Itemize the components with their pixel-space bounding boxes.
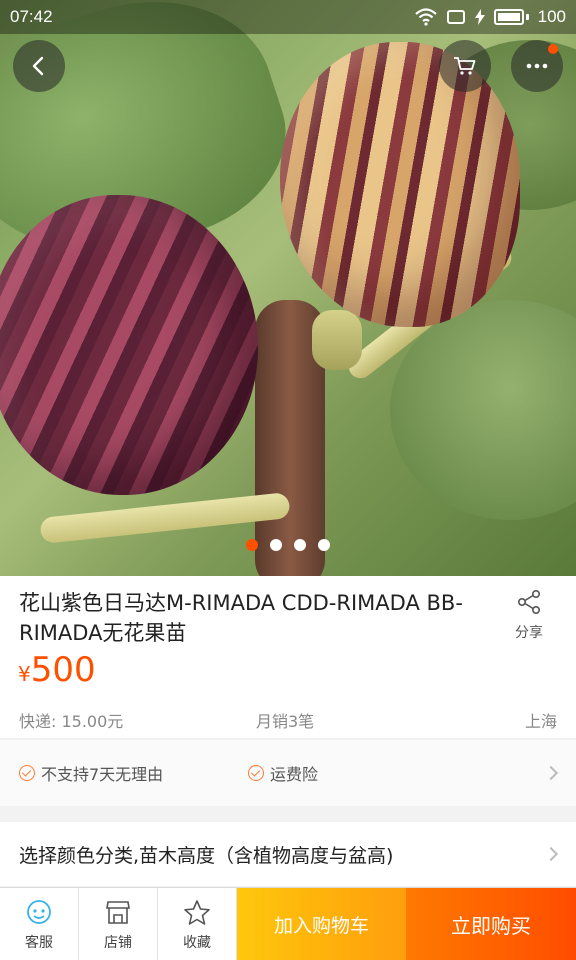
customer-service-button[interactable]: 客服 — [0, 888, 79, 960]
check-icon — [248, 765, 264, 781]
shop-icon — [106, 900, 130, 924]
service-icon — [27, 899, 51, 924]
service-item: 运费险 — [248, 761, 318, 785]
favorite-label: 收藏 — [183, 934, 211, 951]
fig-fruit-left — [0, 195, 258, 495]
more-icon — [526, 63, 548, 69]
service-label: 不支持7天无理由 — [41, 765, 164, 784]
product-image[interactable] — [0, 0, 576, 576]
status-bar: 07:42 100 — [0, 0, 576, 34]
price-symbol: ¥ — [18, 662, 31, 686]
price: ¥500 — [18, 650, 96, 690]
product-title: 花山紫色日马达M-RIMADA CDD-RIMADA BB-RIMADA无花果苗 — [19, 591, 463, 645]
cart-button[interactable] — [439, 40, 491, 92]
pager-dot[interactable] — [246, 539, 258, 551]
sku-label: 选择颜色分类,苗木高度（含植物高度与盆高) — [19, 844, 394, 867]
pager-dot[interactable] — [294, 539, 306, 551]
battery-level: 100 — [537, 7, 566, 26]
wifi-icon — [414, 8, 437, 26]
ship-location: 上海 — [524, 712, 557, 731]
charging-icon — [474, 9, 485, 25]
shipping-fee: 快递: 15.00元 — [19, 712, 124, 731]
shop-button[interactable]: 店铺 — [79, 888, 158, 960]
chevron-right-icon — [543, 846, 559, 862]
shop-label: 店铺 — [104, 934, 132, 951]
battery-icon — [493, 9, 529, 25]
back-icon — [32, 56, 44, 76]
fig-fruit-right — [280, 42, 520, 327]
sim-icon — [446, 10, 465, 24]
share-icon — [517, 589, 540, 614]
customer-service-label: 客服 — [25, 934, 53, 951]
price-value: 500 — [30, 650, 96, 690]
favorite-button[interactable]: 收藏 — [158, 888, 237, 960]
image-pager[interactable] — [246, 539, 330, 551]
cart-icon — [454, 57, 476, 75]
sku-selector[interactable]: 选择颜色分类,苗木高度（含植物高度与盆高) — [0, 822, 576, 886]
service-label: 运费险 — [270, 765, 319, 784]
buy-now-button[interactable]: 立即购买 — [406, 888, 576, 960]
pager-dot[interactable] — [318, 539, 330, 551]
service-item: 不支持7天无理由 — [19, 761, 163, 785]
star-icon — [184, 899, 210, 925]
add-to-cart-button[interactable]: 加入购物车 — [237, 888, 406, 960]
fig-neck-shape — [312, 310, 362, 370]
share-label: 分享 — [515, 625, 543, 641]
back-button[interactable] — [13, 40, 65, 92]
stem-shape — [39, 492, 291, 544]
more-button[interactable] — [511, 40, 563, 92]
share-button[interactable]: 分享 — [508, 588, 550, 642]
service-guarantees[interactable]: 不支持7天无理由 运费险 — [0, 740, 576, 806]
notification-dot — [548, 44, 558, 54]
product-info: 花山紫色日马达M-RIMADA CDD-RIMADA BB-RIMADA无花果苗… — [0, 576, 576, 738]
check-icon — [19, 765, 35, 781]
pager-dot[interactable] — [270, 539, 282, 551]
monthly-sales: 月销3笔 — [256, 712, 315, 731]
status-time: 07:42 — [10, 7, 53, 26]
chevron-right-icon — [543, 765, 559, 781]
bottom-action-bar: 客服 店铺 收藏 加入购物车 立即购买 — [0, 887, 576, 960]
